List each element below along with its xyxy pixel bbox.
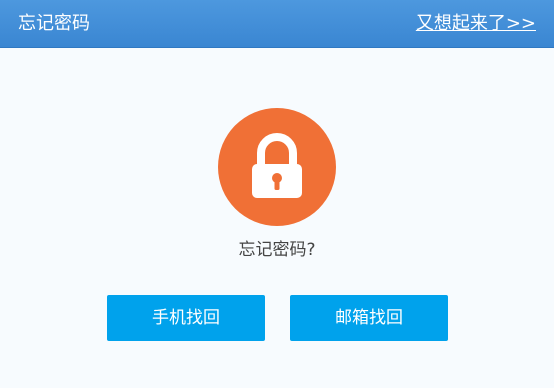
- remembered-password-link[interactable]: 又想起来了>>: [416, 13, 536, 35]
- dialog-header: 忘记密码 又想起来了>>: [0, 0, 554, 48]
- dialog-title: 忘记密码: [18, 13, 90, 34]
- lock-icon: [218, 108, 336, 226]
- recover-by-phone-button[interactable]: 手机找回: [107, 295, 265, 341]
- recover-by-email-button[interactable]: 邮箱找回: [290, 295, 448, 341]
- forgot-password-dialog: 忘记密码 又想起来了>> 忘记密码? 手机找回 邮箱找回: [0, 0, 554, 388]
- forgot-password-question: 忘记密码?: [238, 240, 316, 260]
